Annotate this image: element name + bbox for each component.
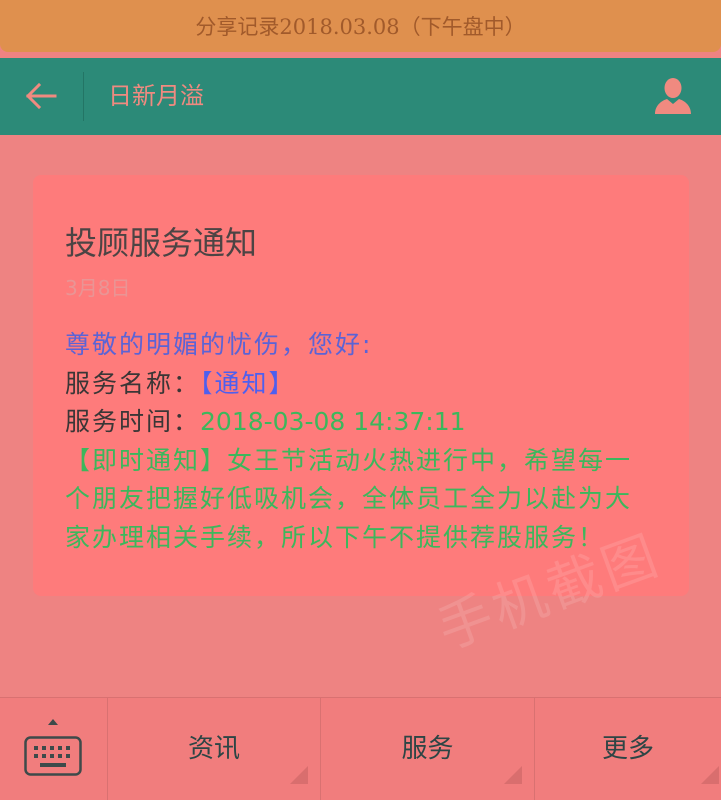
greeting-text: 尊敬的明媚的忧伤，您好: xyxy=(65,330,373,359)
menu-tab-label: 服务 xyxy=(401,733,454,764)
service-time-label: 服务时间： xyxy=(65,407,201,436)
message-line: 个朋友把握好低吸机会，全体员工全力以赴为大 xyxy=(65,484,633,513)
service-time-row: 服务时间：2018-03-08 14:37:11 xyxy=(65,403,665,442)
triangle-up-icon xyxy=(48,719,58,725)
user-icon xyxy=(653,77,693,115)
header-divider xyxy=(83,72,84,121)
service-time-value: 2018-03-08 14:37:11 xyxy=(200,407,466,436)
back-button[interactable] xyxy=(16,75,66,117)
submenu-corner-icon xyxy=(504,766,522,784)
notice-body: 尊敬的明媚的忧伤，您好: 服务名称：【通知】 服务时间：2018-03-08 1… xyxy=(65,326,665,557)
notice-date: 3月8日 xyxy=(65,276,131,300)
menu-tab-label: 资讯 xyxy=(187,733,240,764)
arrow-left-icon xyxy=(25,82,57,110)
profile-button[interactable] xyxy=(648,73,698,119)
share-record-banner: 分享记录2018.03.08（下午盘中） xyxy=(0,0,721,52)
submenu-corner-icon xyxy=(290,766,308,784)
keyboard-icon xyxy=(24,736,82,776)
bottom-menu: 资讯 服务 更多 xyxy=(0,697,721,800)
service-name-row: 服务名称：【通知】 xyxy=(65,365,665,404)
notice-title: 投顾服务通知 xyxy=(65,224,258,262)
submenu-corner-icon xyxy=(701,766,719,784)
menu-tab-label: 更多 xyxy=(601,733,654,764)
share-record-text: 分享记录2018.03.08（下午盘中） xyxy=(195,15,526,39)
page-title: 日新月溢 xyxy=(108,82,204,110)
app-header: 日新月溢 xyxy=(0,58,721,135)
menu-tab-news[interactable]: 资讯 xyxy=(107,698,320,800)
service-name-value: 【通知】 xyxy=(200,368,296,398)
keyboard-toggle-button[interactable] xyxy=(0,698,107,800)
service-name-label: 服务名称： xyxy=(65,368,201,398)
message-line: 【即时通知】女王节活动火热进行中，希望每一 xyxy=(65,445,633,475)
menu-tab-service[interactable]: 服务 xyxy=(320,698,534,800)
menu-tab-more[interactable]: 更多 xyxy=(534,698,721,800)
